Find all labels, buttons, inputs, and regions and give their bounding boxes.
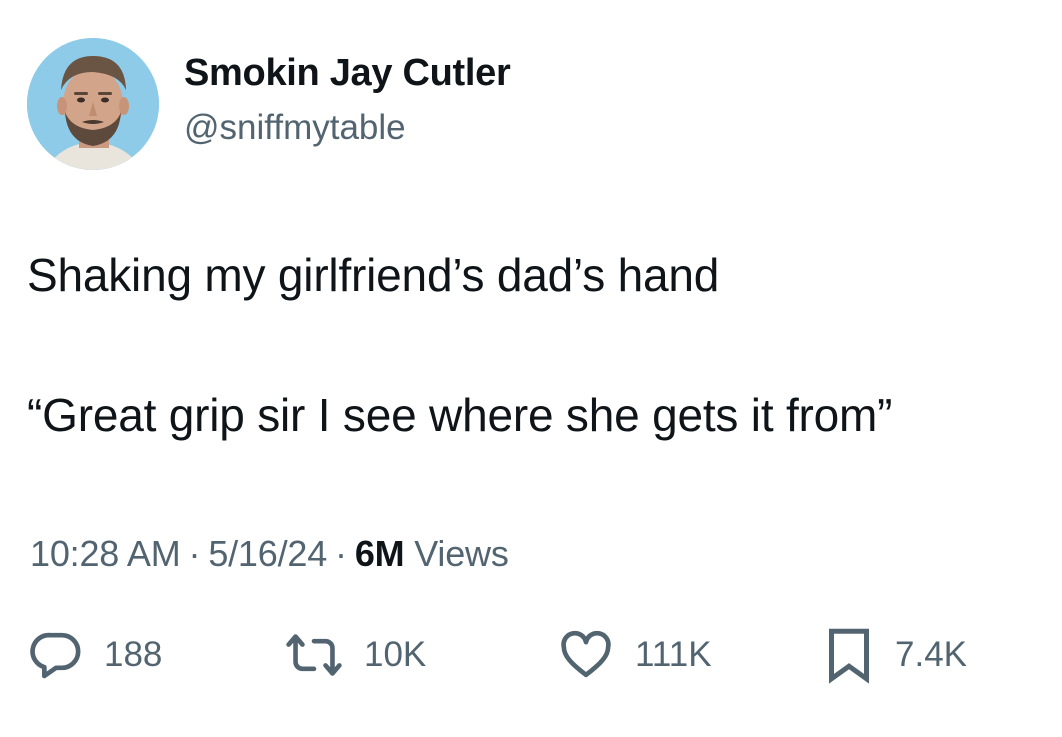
like-count: 111K xyxy=(635,635,712,674)
repost-button[interactable]: 10K xyxy=(284,622,426,688)
views-count: 6M xyxy=(354,533,405,574)
author-name[interactable]: Smokin Jay Cutler xyxy=(184,52,511,95)
avatar[interactable] xyxy=(27,38,159,170)
repost-count: 10K xyxy=(364,635,427,674)
reply-icon xyxy=(28,627,84,683)
like-button[interactable]: 111K xyxy=(557,622,712,688)
repost-icon xyxy=(284,627,344,683)
meta-separator: · xyxy=(335,533,347,574)
tweet-time[interactable]: 10:28 AM xyxy=(30,533,181,574)
reply-button[interactable]: 188 xyxy=(28,622,162,688)
bookmark-icon xyxy=(823,625,875,685)
tweet-date[interactable]: 5/16/24 xyxy=(208,533,327,574)
heart-icon xyxy=(557,627,615,683)
views-label: Views xyxy=(414,533,509,574)
tweet-text-line: “Great grip sir I see where she gets it … xyxy=(27,389,893,441)
reply-count: 188 xyxy=(104,635,163,674)
bookmark-count: 7.4K xyxy=(895,635,967,674)
tweet-text-line: Shaking my girlfriend’s dad’s hand xyxy=(27,249,720,301)
tweet: Smokin Jay Cutler @sniffmytable Shaking … xyxy=(0,0,1062,737)
bookmark-button[interactable]: 7.4K xyxy=(823,622,967,688)
profile-photo-icon xyxy=(27,38,159,170)
meta-separator: · xyxy=(188,533,201,574)
author-handle[interactable]: @sniffmytable xyxy=(184,108,406,148)
tweet-meta: 10:28 AM · 5/16/24 · 6M Views xyxy=(30,533,509,575)
